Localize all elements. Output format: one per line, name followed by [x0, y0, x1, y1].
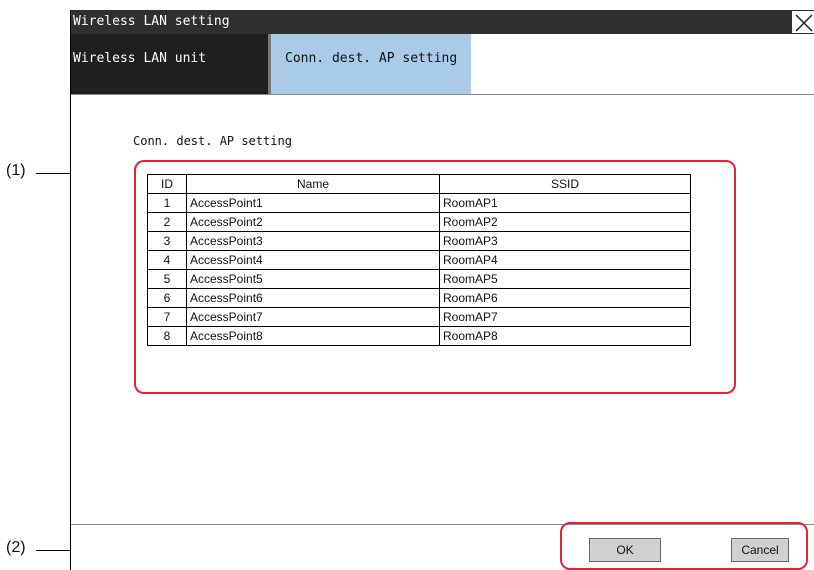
- callout-2: (2): [6, 539, 26, 556]
- close-button[interactable]: [791, 10, 814, 34]
- callout-1: (1): [6, 162, 26, 179]
- tab-wireless-lan-unit-setting[interactable]: Wireless LAN unit setting: [71, 34, 271, 116]
- close-icon: [795, 14, 813, 32]
- section-title: Conn. dest. AP setting: [133, 134, 292, 148]
- tab-bar: Wireless LAN unit setting Conn. dest. AP…: [71, 34, 814, 116]
- highlight-box-table: [134, 160, 736, 394]
- tab-conn-dest-ap-setting[interactable]: Conn. dest. AP setting: [271, 34, 471, 94]
- highlight-box-buttons: [560, 522, 808, 570]
- title-bar: Wireless LAN setting: [71, 10, 814, 34]
- window-title: Wireless LAN setting: [73, 14, 230, 29]
- tab-divider: [71, 94, 814, 95]
